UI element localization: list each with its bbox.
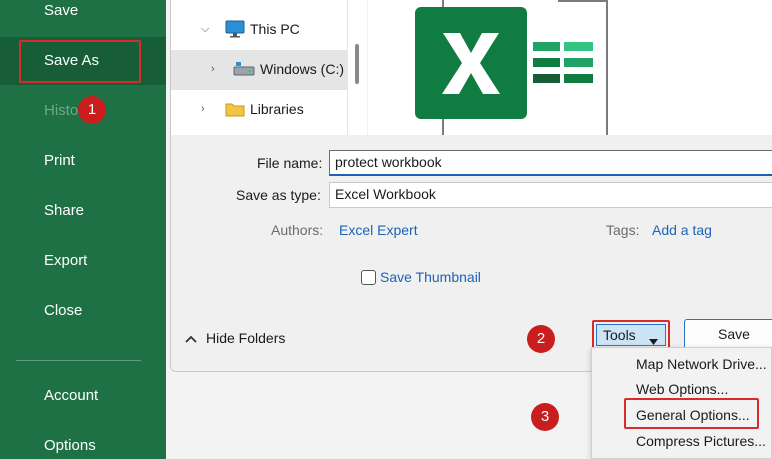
chevron-down-icon[interactable]: ⌵	[201, 23, 209, 36]
menu-item-compress-pictures[interactable]: Compress Pictures...	[636, 433, 766, 449]
tags-label: Tags:	[606, 222, 640, 238]
tree-item-label: Windows (C:)	[260, 61, 345, 77]
file-name-input[interactable]: protect workbook	[329, 150, 772, 176]
tree-item-this-pc[interactable]: ⌵ This PC	[171, 10, 347, 50]
sidebar-item-share[interactable]: Share	[44, 202, 84, 220]
menu-item-general-options[interactable]: General Options...	[636, 407, 750, 423]
authors-value-link[interactable]: Excel Expert	[339, 222, 418, 238]
tree-item-windows-drive[interactable]: › Windows (C:)	[171, 50, 347, 90]
navigation-tree: ⌵ This PC › Windows (C:) › Libraries	[171, 0, 347, 135]
save-as-dialog: ⌵ This PC › Windows (C:) › Libraries Fil…	[170, 0, 772, 372]
save-thumbnail-checkbox[interactable]	[361, 270, 376, 285]
tree-item-label: This PC	[250, 21, 300, 37]
add-tag-link[interactable]: Add a tag	[652, 222, 712, 238]
sidebar-item-save[interactable]: Save	[44, 2, 78, 20]
folder-icon	[225, 101, 245, 122]
spreadsheet-grid-icon	[533, 42, 593, 91]
file-name-label: File name:	[257, 155, 323, 171]
monitor-icon	[225, 20, 245, 43]
sidebar-item-account[interactable]: Account	[44, 387, 98, 405]
hide-folders-button[interactable]: Hide Folders	[206, 330, 285, 346]
scrollbar-thumb[interactable]	[355, 44, 359, 84]
backstage-sidebar: Save Save As History Print Share Export …	[0, 0, 166, 459]
save-as-type-label: Save as type:	[236, 187, 321, 203]
chevron-right-icon[interactable]: ›	[211, 63, 215, 75]
sidebar-item-options[interactable]: Options	[44, 437, 96, 455]
save-as-type-select[interactable]: Excel Workbook	[329, 182, 772, 208]
sidebar-item-close[interactable]: Close	[44, 302, 82, 320]
save-thumbnail-label[interactable]: Save Thumbnail	[380, 269, 481, 285]
tree-item-libraries[interactable]: › Libraries	[171, 90, 347, 130]
sidebar-divider	[16, 360, 141, 361]
excel-logo-icon	[415, 7, 527, 124]
tools-label: Tools	[603, 327, 636, 343]
step-badge-3: 3	[531, 403, 559, 431]
sidebar-item-print[interactable]: Print	[44, 152, 75, 170]
menu-item-web-options[interactable]: Web Options...	[636, 381, 728, 397]
save-as-callout-box	[19, 40, 141, 83]
step-badge-1: 1	[78, 96, 106, 124]
authors-label: Authors:	[271, 222, 324, 238]
sidebar-item-export[interactable]: Export	[44, 252, 87, 270]
preview-top-line	[558, 0, 606, 2]
dropdown-arrow-icon	[649, 332, 658, 348]
file-preview-pane	[368, 0, 772, 135]
tree-scrollbar[interactable]	[347, 0, 367, 135]
chevron-right-icon[interactable]: ›	[201, 103, 205, 115]
step-badge-2: 2	[527, 325, 555, 353]
chevron-up-icon[interactable]	[185, 331, 197, 349]
save-button[interactable]: Save	[684, 319, 772, 350]
tools-dropdown-menu: Map Network Drive... Web Options... Gene…	[591, 347, 772, 459]
drive-icon	[233, 60, 255, 83]
menu-item-map-network-drive[interactable]: Map Network Drive...	[636, 356, 767, 372]
tools-dropdown-button[interactable]: Tools	[596, 324, 666, 346]
tree-item-label: Libraries	[250, 101, 304, 117]
